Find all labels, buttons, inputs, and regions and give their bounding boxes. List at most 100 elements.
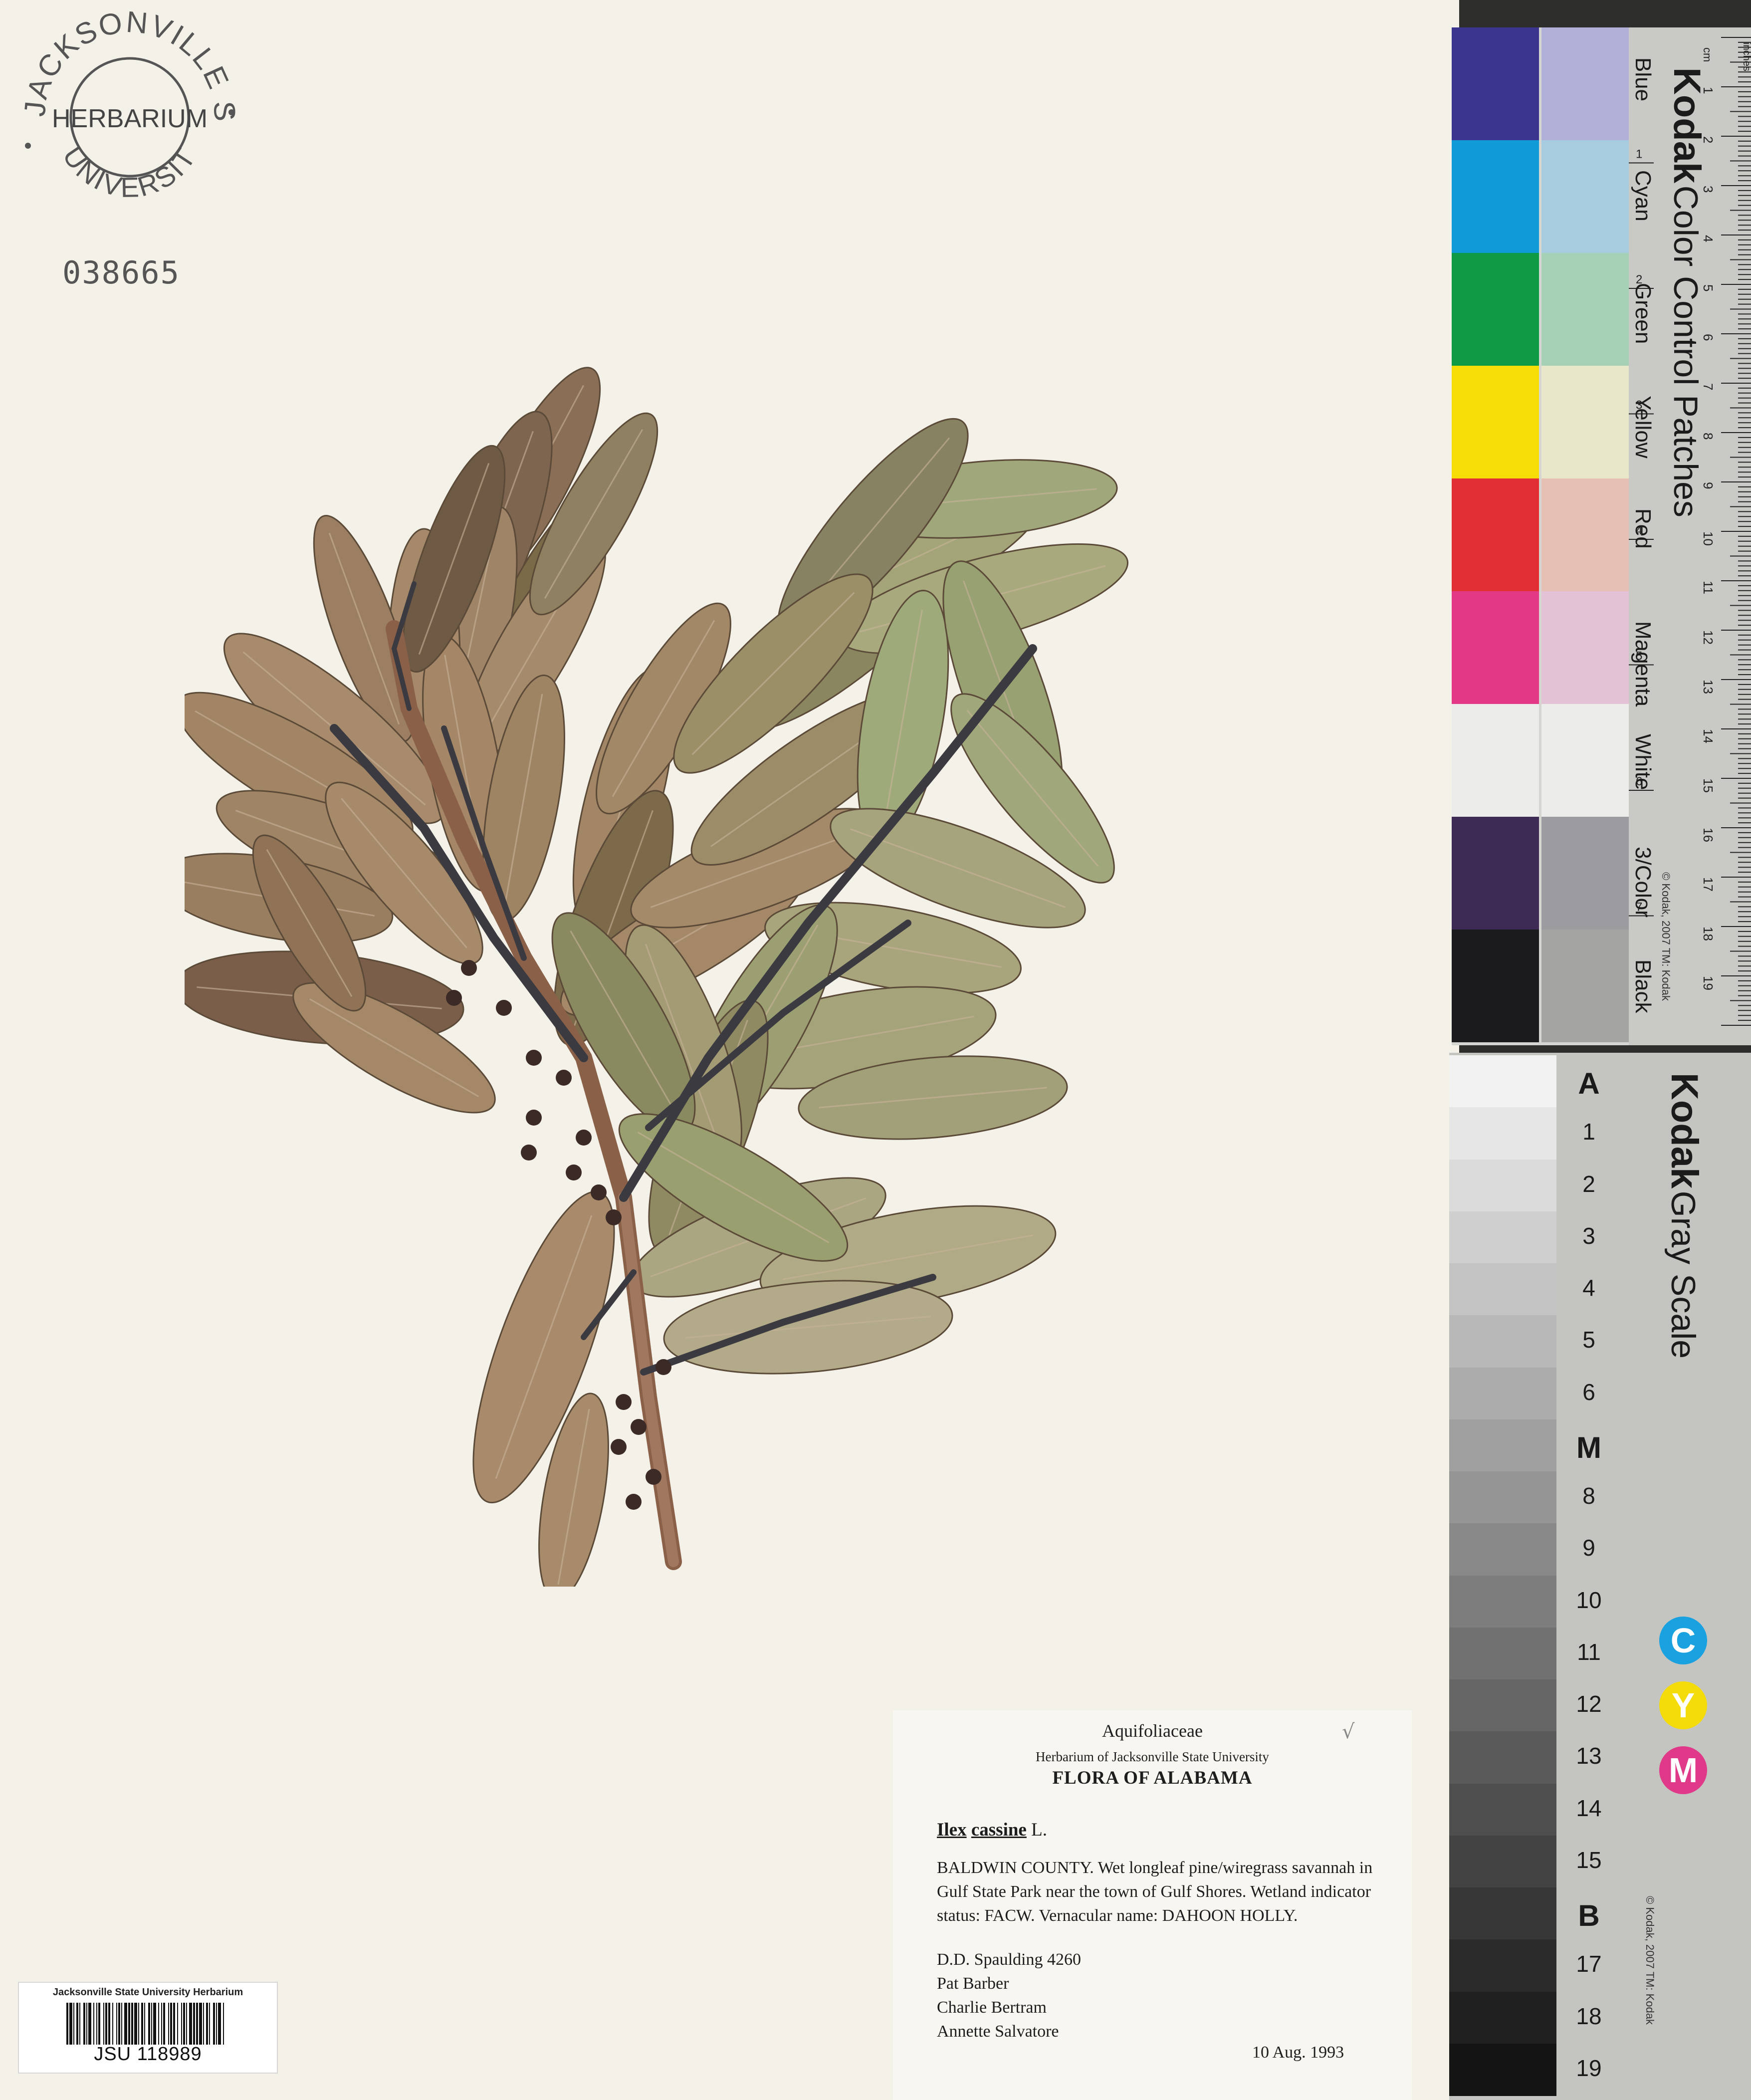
gray-step xyxy=(1449,1055,1556,1108)
gray-step-label: 17 xyxy=(1576,1951,1602,1977)
gray-step-label: 19 xyxy=(1576,2055,1602,2081)
color-card-copyright: © Kodak, 2007 TM: Kodak xyxy=(1660,872,1672,1001)
gray-step xyxy=(1449,1263,1556,1316)
magenta-dot: M xyxy=(1659,1746,1707,1794)
gray-step-label: 1 xyxy=(1582,1119,1595,1145)
color-patch-dark xyxy=(1452,140,1539,253)
gray-step-label: 6 xyxy=(1582,1379,1595,1405)
color-patch-light xyxy=(1541,478,1629,591)
color-patch-light xyxy=(1541,366,1629,478)
color-patch-label: Magenta xyxy=(1631,621,1655,707)
accession-number: 038665 xyxy=(62,254,180,291)
color-patch-light xyxy=(1541,591,1629,704)
gray-step xyxy=(1449,1211,1556,1264)
gray-step-label: 3 xyxy=(1582,1222,1595,1249)
gray-step xyxy=(1449,1575,1556,1628)
fruit xyxy=(556,1070,572,1086)
gray-step xyxy=(1449,2043,1556,2096)
fruit xyxy=(496,1000,512,1016)
collector: Charlie Bertram xyxy=(937,1998,1047,2017)
fruit xyxy=(526,1050,542,1066)
collector: D.D. Spaulding 4260 xyxy=(937,1950,1081,1969)
gray-step xyxy=(1449,1835,1556,1888)
ruler-cm-label: 15 xyxy=(1701,778,1716,793)
color-patch-dark xyxy=(1452,704,1539,817)
color-card-brand: Kodak xyxy=(1666,67,1708,184)
color-patch-dark xyxy=(1452,591,1539,704)
herbarium-name: Herbarium of Jacksonville State Universi… xyxy=(1036,1749,1269,1764)
gray-step xyxy=(1449,1419,1556,1472)
gray-step xyxy=(1449,1159,1556,1212)
scientific-name: Ilex cassine L. xyxy=(937,1819,1047,1841)
gray-step xyxy=(1449,1315,1556,1368)
color-patch-light xyxy=(1541,27,1629,140)
yellow-dot: Y xyxy=(1659,1681,1707,1729)
gray-step-label: A xyxy=(1578,1067,1600,1101)
gray-step-label: 13 xyxy=(1576,1743,1602,1769)
fruit xyxy=(616,1394,632,1410)
gray-step xyxy=(1449,1991,1556,2044)
gray-step xyxy=(1449,1939,1556,1992)
gray-step-label: 5 xyxy=(1582,1327,1595,1353)
barcode-bars xyxy=(66,2003,224,2045)
color-patch-label: Black xyxy=(1631,959,1655,1013)
ruler-cm-label: 16 xyxy=(1701,828,1716,842)
ruler-cm-label: 11 xyxy=(1701,581,1716,594)
fruit xyxy=(521,1145,537,1161)
fruit xyxy=(446,990,462,1006)
gray-step xyxy=(1449,1107,1556,1160)
collection-date: 10 Aug. 1993 xyxy=(1252,2043,1344,2062)
ruler-cm-label: 18 xyxy=(1701,927,1716,941)
collector: Pat Barber xyxy=(937,1974,1009,1993)
color-patch-light xyxy=(1541,817,1629,930)
color-patch-light xyxy=(1541,253,1629,366)
fruit xyxy=(646,1469,661,1485)
gray-step xyxy=(1449,1783,1556,1836)
color-patch-dark xyxy=(1452,27,1539,140)
cyan-dot: C xyxy=(1659,1617,1707,1664)
color-patch-label: 3/Color xyxy=(1631,847,1655,918)
gray-step-label: 8 xyxy=(1582,1483,1595,1509)
gray-step-label: 2 xyxy=(1582,1170,1595,1197)
barcode-number: JSU 118989 xyxy=(94,2044,202,2065)
gray-card-brand: Kodak xyxy=(1663,1073,1706,1189)
color-patch-label: Yellow xyxy=(1631,396,1655,459)
gray-step-label: 18 xyxy=(1576,2003,1602,2029)
fruit xyxy=(566,1165,582,1180)
color-patch-dark xyxy=(1452,930,1539,1042)
gray-step xyxy=(1449,1679,1556,1732)
ruler-cm-label: 19 xyxy=(1701,976,1716,990)
fruit xyxy=(631,1419,647,1435)
gray-step-label: 14 xyxy=(1576,1795,1602,1821)
color-patch-light xyxy=(1541,140,1629,253)
flora-title: FLORA OF ALABAMA xyxy=(1052,1768,1253,1788)
herbarium-stamp: JACKSONVILLE STATE HERBARIUM UNIVERSITY xyxy=(15,10,240,203)
color-patch-dark xyxy=(1452,253,1539,366)
color-patch-light xyxy=(1541,930,1629,1042)
fruit xyxy=(591,1184,607,1200)
barcode-institution: Jacksonville State University Herbarium xyxy=(52,1987,243,1998)
gray-card-copyright: © Kodak, 2007 TM: Kodak xyxy=(1644,1896,1656,2025)
fruit xyxy=(461,960,477,976)
gray-step-label: 4 xyxy=(1582,1275,1595,1301)
gray-step xyxy=(1449,1627,1556,1680)
color-patch-label: Cyan xyxy=(1631,170,1655,222)
color-patch-light xyxy=(1541,704,1629,817)
gray-step-label: 9 xyxy=(1582,1535,1595,1561)
fruit xyxy=(526,1110,542,1126)
ruler-inch-label: 1 xyxy=(1636,148,1642,161)
gray-step xyxy=(1449,1367,1556,1420)
family-name: Aquifoliaceae xyxy=(1102,1721,1203,1741)
stamp-center-text: HERBARIUM xyxy=(52,104,208,133)
gray-step-label: M xyxy=(1576,1430,1601,1464)
gray-card-title: Kodak Gray Scale xyxy=(1663,1073,1706,1359)
gray-step-label: 11 xyxy=(1577,1638,1601,1665)
ruler-cm-label: 13 xyxy=(1701,680,1716,694)
color-patch-label: White xyxy=(1631,734,1655,790)
gray-step-label: 15 xyxy=(1576,1847,1602,1873)
color-patch-dark xyxy=(1452,478,1539,591)
gray-step-label: 12 xyxy=(1576,1691,1602,1717)
gray-step-label: B xyxy=(1578,1899,1600,1933)
color-patch-label: Green xyxy=(1631,283,1655,344)
specimen-label: Aquifoliaceae √ Herbarium of Jacksonvill… xyxy=(893,1710,1412,2100)
